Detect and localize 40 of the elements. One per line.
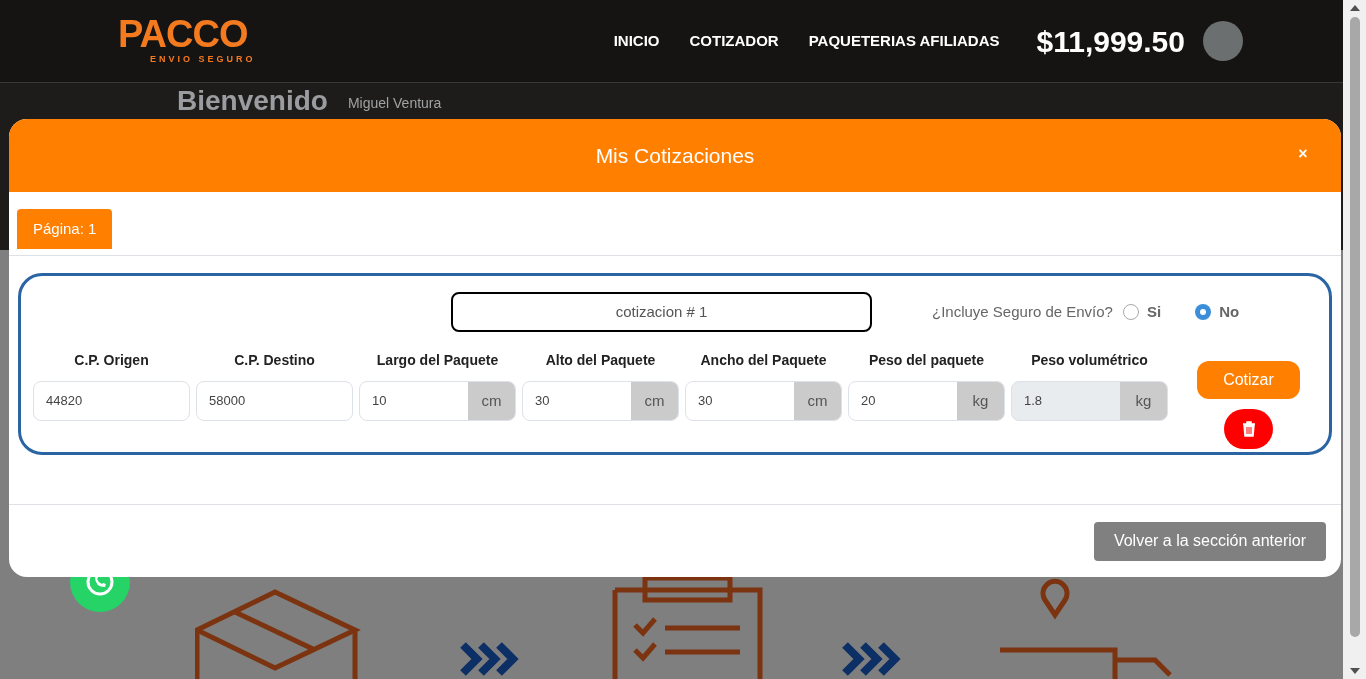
field-label: Largo del Paquete	[376, 351, 499, 370]
unit-label: cm	[468, 382, 515, 420]
input-field[interactable]: 30 cm	[685, 381, 842, 421]
balance: $11,999.50	[1036, 23, 1185, 60]
input-field[interactable]: 30 cm	[522, 381, 679, 421]
insurance-question: ¿Incluye Seguro de Envío?	[932, 301, 1113, 322]
input-field[interactable]: 44820	[33, 381, 190, 421]
scroll-thumb[interactable]	[1349, 17, 1360, 637]
scroll-up-icon[interactable]	[1349, 5, 1360, 11]
field-label: Alto del Paquete	[545, 351, 656, 370]
input-field[interactable]: 58000	[196, 381, 353, 421]
dialog-title: Mis Cotizaciones	[594, 142, 756, 169]
avatar[interactable]	[1203, 21, 1243, 61]
logo[interactable]: PACCO ENVIO SEGURO	[110, 15, 256, 67]
back-button[interactable]: Volver a la sección anterior	[1093, 521, 1326, 561]
field-label: C.P. Origen	[74, 351, 149, 370]
welcome-title: Bienvenido	[177, 85, 328, 117]
input-field[interactable]: 10 cm	[359, 381, 516, 421]
quote-name-field[interactable]: cotizacion # 1	[451, 292, 872, 332]
unit-label: cm	[631, 382, 678, 420]
nav-link[interactable]: INICIO	[613, 29, 660, 53]
radio-icon[interactable]	[1195, 304, 1212, 320]
user-name: Miguel Ventura	[347, 95, 442, 111]
radio-icon[interactable]	[1122, 304, 1139, 320]
trash-icon	[1241, 421, 1256, 437]
field-label: Ancho del Paquete	[700, 351, 827, 370]
nav-link[interactable]: PAQUETERIAS AFILIADAS	[808, 29, 1000, 53]
input-field[interactable]: 20 kg	[848, 381, 1005, 421]
unit-label: cm	[794, 382, 841, 420]
nav-link[interactable]: COTIZADOR	[689, 29, 779, 53]
scrollbar[interactable]	[1343, 0, 1366, 679]
scroll-down-icon[interactable]	[1349, 668, 1360, 674]
unit-label: kg	[957, 382, 1004, 420]
radio-option[interactable]: No	[1195, 300, 1240, 324]
unit-label: kg	[1120, 382, 1167, 420]
field-label: Peso volumétrico	[1031, 351, 1148, 370]
field-label: Peso del paquete	[868, 351, 985, 370]
radio-option[interactable]: Si	[1122, 300, 1162, 324]
delete-button[interactable]	[1224, 409, 1273, 449]
field-label: C.P. Destino	[234, 351, 315, 370]
